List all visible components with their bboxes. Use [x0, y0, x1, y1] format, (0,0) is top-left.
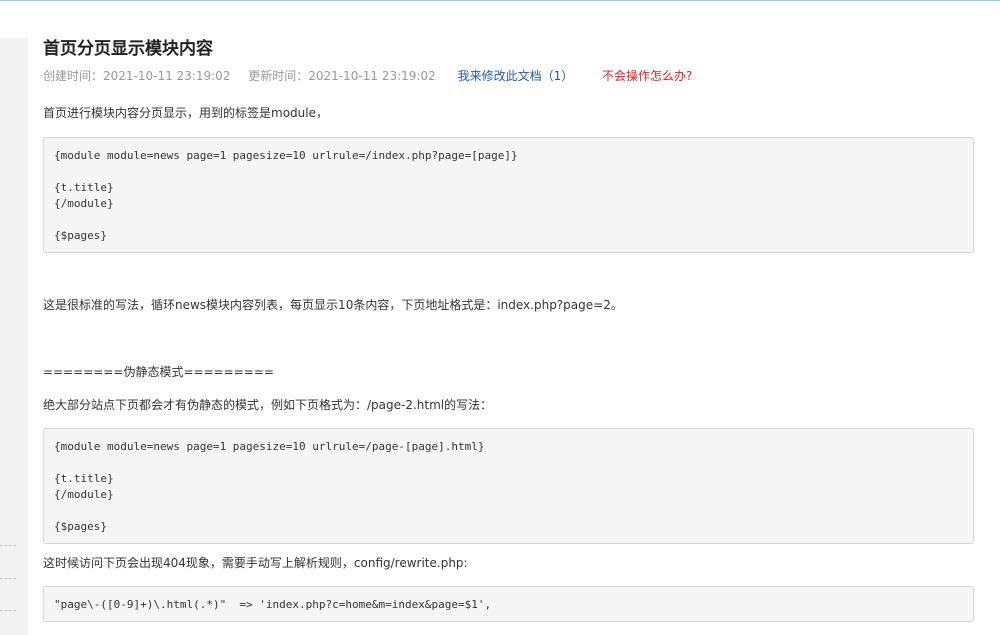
- code-line: "page\-([0-9]+)\.html(.*)" => 'index.php…: [54, 598, 492, 611]
- article-meta: 创建时间：2021-10-11 23:19:02 更新时间：2021-10-11…: [43, 67, 692, 85]
- section-heading-pseudo-static: ========伪静态模式=========: [43, 365, 274, 379]
- code-block-1: {module module=news page=1 pagesize=10 u…: [43, 137, 974, 253]
- sidebar-divider: [0, 610, 16, 611]
- created-time: 创建时间：2021-10-11 23:19:02: [43, 69, 231, 83]
- paragraph-rewrite: 这时候访问下页会出现404现象，需要手动写上解析规则，config/rewrit…: [43, 556, 468, 570]
- code-block-2: {module module=news page=1 pagesize=10 u…: [43, 428, 974, 544]
- sidebar-divider: [0, 578, 16, 579]
- code-line: {/module}: [54, 197, 114, 210]
- paragraph-pseudo-static: 绝大部分站点下页都会才有伪静态的模式，例如下页格式为：/page-2.html的…: [43, 398, 493, 412]
- help-link[interactable]: 不会操作怎么办?: [602, 67, 692, 85]
- code-line: {$pages}: [54, 520, 107, 533]
- code-line: {t.title}: [54, 181, 114, 194]
- paragraph-explanation: 这是很标准的写法，循环news模块内容列表，每页显示10条内容，下页地址格式是：…: [43, 298, 623, 312]
- updated-time: 更新时间：2021-10-11 23:19:02: [248, 69, 436, 83]
- code-line: {/module}: [54, 488, 114, 501]
- code-block-3: "page\-([0-9]+)\.html(.*)" => 'index.php…: [43, 586, 974, 622]
- article-title: 首页分页显示模块内容: [43, 39, 213, 59]
- code-line: {$pages}: [54, 229, 107, 242]
- sidebar-divider: [0, 545, 16, 546]
- code-line: {t.title}: [54, 472, 114, 485]
- paragraph-intro: 首页进行模块内容分页显示，用到的标签是module，: [43, 106, 328, 120]
- edit-document-link[interactable]: 我来修改此文档（1）: [458, 67, 574, 85]
- code-line: {module module=news page=1 pagesize=10 u…: [54, 440, 485, 453]
- top-border-line: [0, 0, 1000, 1]
- code-line: {module module=news page=1 pagesize=10 u…: [54, 149, 518, 162]
